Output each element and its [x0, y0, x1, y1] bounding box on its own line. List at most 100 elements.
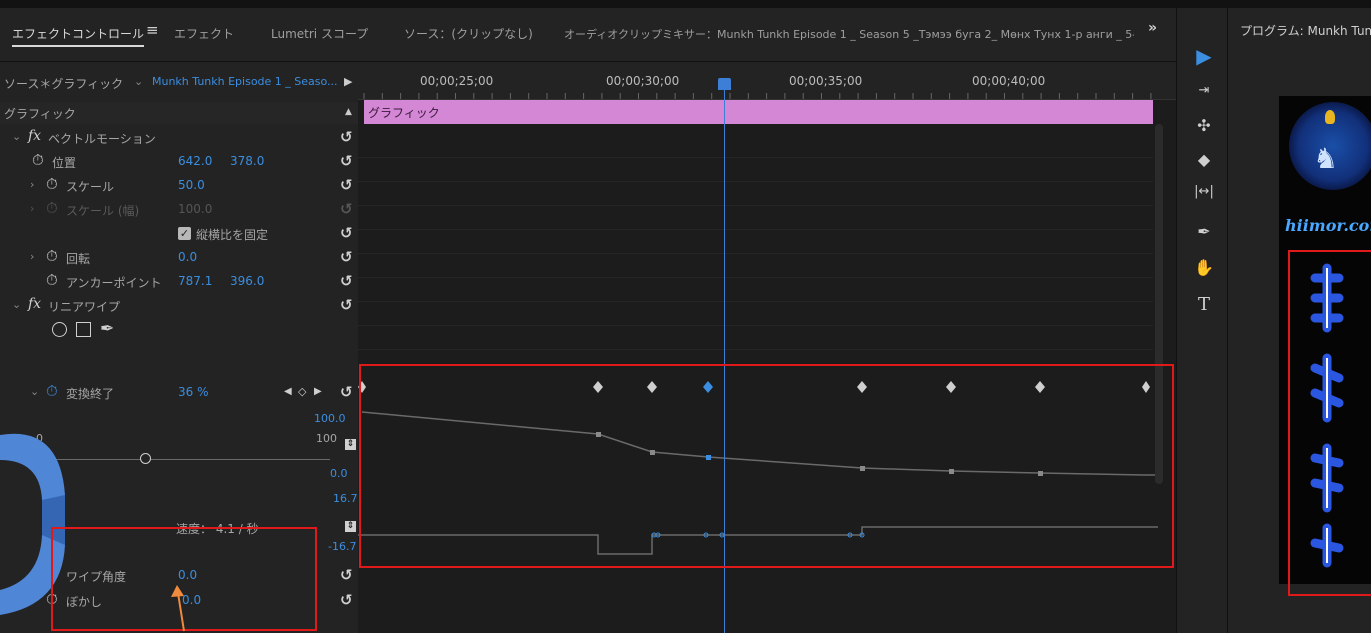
play-triangle-icon[interactable]: ▶ [344, 75, 352, 88]
stopwatch-active-icon[interactable]: ⏱ [46, 382, 58, 400]
razor-tool-icon[interactable]: ◆ [1193, 150, 1215, 169]
reset-icon[interactable]: ↺ [340, 383, 353, 401]
reset-icon[interactable]: ↺ [340, 566, 353, 584]
rectangle-mask-icon[interactable] [76, 322, 91, 337]
track-divider [358, 349, 1153, 350]
stopwatch-icon[interactable]: ⏱ [46, 271, 58, 289]
track-divider [358, 205, 1153, 206]
channel-logo: ♞ [1289, 102, 1371, 190]
position-label: 位置 [52, 156, 77, 170]
collapse-up-icon[interactable]: ▲ [345, 107, 352, 117]
timecode-label: 00;00;30;00 [606, 74, 680, 88]
selection-tool-icon[interactable]: ▶ [1193, 44, 1215, 68]
ellipse-mask-icon[interactable] [52, 322, 67, 337]
stopwatch-icon[interactable]: ⏱ [32, 151, 44, 169]
stopwatch-icon: ⏱ [46, 199, 58, 217]
scale-width-row: › ⏱ スケール (幅) 100.0 ↺ [0, 199, 358, 221]
chevron-down-icon[interactable]: ⌄ [12, 298, 21, 311]
anchor-point-label: アンカーポイント [66, 276, 162, 290]
completion-slider-handle[interactable] [140, 453, 151, 464]
pen-tool-icon[interactable]: ✒ [1193, 222, 1215, 241]
anchor-y-value[interactable]: 396.0 [230, 274, 264, 288]
fx-icon[interactable]: fx [28, 128, 41, 144]
chevron-down-icon[interactable]: ⌄ [134, 75, 143, 88]
ripple-edit-tool-icon[interactable]: ✣ [1193, 116, 1215, 135]
transition-completion-value[interactable]: 36 % [178, 385, 209, 399]
hand-tool-icon[interactable]: ✋ [1193, 258, 1215, 277]
reset-icon[interactable]: ↺ [340, 176, 353, 194]
linear-wipe-header[interactable]: ⌄ fx リニアワイプ ↺ [0, 295, 358, 317]
tab-lumetri-scopes[interactable]: Lumetri スコープ [271, 25, 368, 42]
chevron-down-icon[interactable]: ⌄ [12, 130, 21, 143]
type-tool-icon[interactable]: T [1193, 294, 1215, 315]
reset-icon[interactable]: ↺ [340, 224, 353, 242]
program-monitor-title[interactable]: プログラム: Munkh Tunkh [1240, 22, 1371, 39]
rotation-value[interactable]: 0.0 [178, 250, 197, 264]
source-selector[interactable]: ソース＊グラフィック ⌄ Munkh Tunkh Episode 1 _ Sea… [0, 72, 358, 92]
chevron-down-icon[interactable]: ⌄ [30, 385, 39, 398]
velocity-fit-icon[interactable]: ⇕ [345, 521, 356, 532]
timecode-label: 00;00;35;00 [789, 74, 863, 88]
vector-motion-header[interactable]: ⌄ fx ベクトルモーション ↺ [0, 127, 358, 149]
prev-keyframe-icon[interactable]: ◀ [284, 386, 292, 397]
graph-fit-icon[interactable]: ⇕ [345, 439, 356, 450]
uniform-scale-label: 縦横比を固定 [196, 228, 269, 242]
track-divider [358, 253, 1153, 254]
reset-icon[interactable]: ↺ [340, 128, 353, 146]
reset-icon[interactable]: ↺ [340, 152, 353, 170]
anchor-point-row: ⏱ アンカーポイント 787.1 396.0 ↺ [0, 271, 358, 293]
tab-source[interactable]: ソース：(クリップなし) [404, 25, 533, 42]
mask-tools-row: ✒ [0, 319, 358, 341]
graph-value-min: 0.0 [330, 467, 348, 480]
chevron-right-icon[interactable]: › [30, 178, 34, 191]
track-select-tool-icon[interactable]: ⇥ [1193, 83, 1215, 98]
slip-tool-icon[interactable]: |↔| [1193, 184, 1215, 199]
scale-width-label: スケール (幅) [66, 204, 140, 218]
timecode-label: 00;00;25;00 [420, 74, 494, 88]
anchor-x-value[interactable]: 787.1 [178, 274, 212, 288]
reset-icon[interactable]: ↺ [340, 248, 353, 266]
tools-panel: ▶ ⇥ ✣ ◆ |↔| ✒ ✋ T [1176, 8, 1228, 633]
logo-text: hiimor.com [1285, 216, 1371, 235]
tab-audio-clip-mixer[interactable]: オーディオクリップミキサー：Munkh Tunkh Episode 1 _ Se… [564, 26, 1134, 42]
position-y-value[interactable]: 378.0 [230, 154, 264, 168]
annotation-arrow [171, 585, 185, 632]
pen-mask-icon[interactable]: ✒ [100, 319, 114, 339]
source-clip-name[interactable]: Munkh Tunkh Episode 1 _ Seaso... [152, 75, 338, 88]
tab-effects[interactable]: エフェクト [174, 25, 234, 42]
reset-icon[interactable]: ↺ [340, 591, 353, 609]
tab-effect-controls[interactable]: エフェクトコントロール [12, 25, 145, 47]
scale-label: スケール [66, 180, 115, 194]
scale-width-value: 100.0 [178, 202, 213, 216]
panel-menu-icon[interactable]: ≡ [146, 21, 159, 39]
completion-slider-track[interactable] [36, 459, 330, 460]
reset-icon[interactable]: ↺ [340, 296, 353, 314]
logo-flame-icon [1325, 110, 1335, 124]
next-keyframe-icon[interactable]: ▶ [314, 386, 322, 397]
rotation-label: 回転 [66, 252, 91, 266]
time-ruler[interactable]: 00;00;25;00 00;00;30;00 00;00;35;00 00;0… [358, 62, 1176, 100]
panel-tab-bar: エフェクトコントロール ≡ エフェクト Lumetri スコープ ソース：(クリ… [0, 8, 1176, 62]
reset-icon[interactable]: ↺ [340, 272, 353, 290]
stopwatch-icon[interactable]: ⏱ [46, 247, 58, 265]
track-divider [358, 157, 1153, 158]
vector-motion-label: ベクトルモーション [48, 132, 156, 146]
playhead-handle[interactable] [718, 78, 731, 90]
position-x-value[interactable]: 642.0 [178, 154, 212, 168]
graph-velocity-max: 16.7 [333, 492, 358, 505]
fx-icon[interactable]: fx [28, 296, 41, 312]
slider-max-label: 100 [316, 432, 337, 445]
reset-icon: ↺ [340, 200, 353, 218]
more-tabs-icon[interactable]: » [1148, 20, 1157, 36]
position-row: ⏱ 位置 642.0 378.0 ↺ [0, 151, 358, 173]
clip-label: グラフィック [368, 106, 440, 120]
chevron-right-icon[interactable]: › [30, 250, 34, 263]
graphic-clip-bar[interactable]: グラフィック [364, 100, 1153, 124]
stopwatch-icon[interactable]: ⏱ [46, 175, 58, 193]
scale-value[interactable]: 50.0 [178, 178, 205, 192]
transition-completion-label: 変換終了 [66, 387, 115, 401]
add-keyframe-icon[interactable]: ◇ [298, 385, 306, 398]
uniform-scale-checkbox[interactable]: ✓ [178, 227, 191, 240]
track-divider [358, 229, 1153, 230]
rotation-row: › ⏱ 回転 0.0 ↺ [0, 247, 358, 269]
